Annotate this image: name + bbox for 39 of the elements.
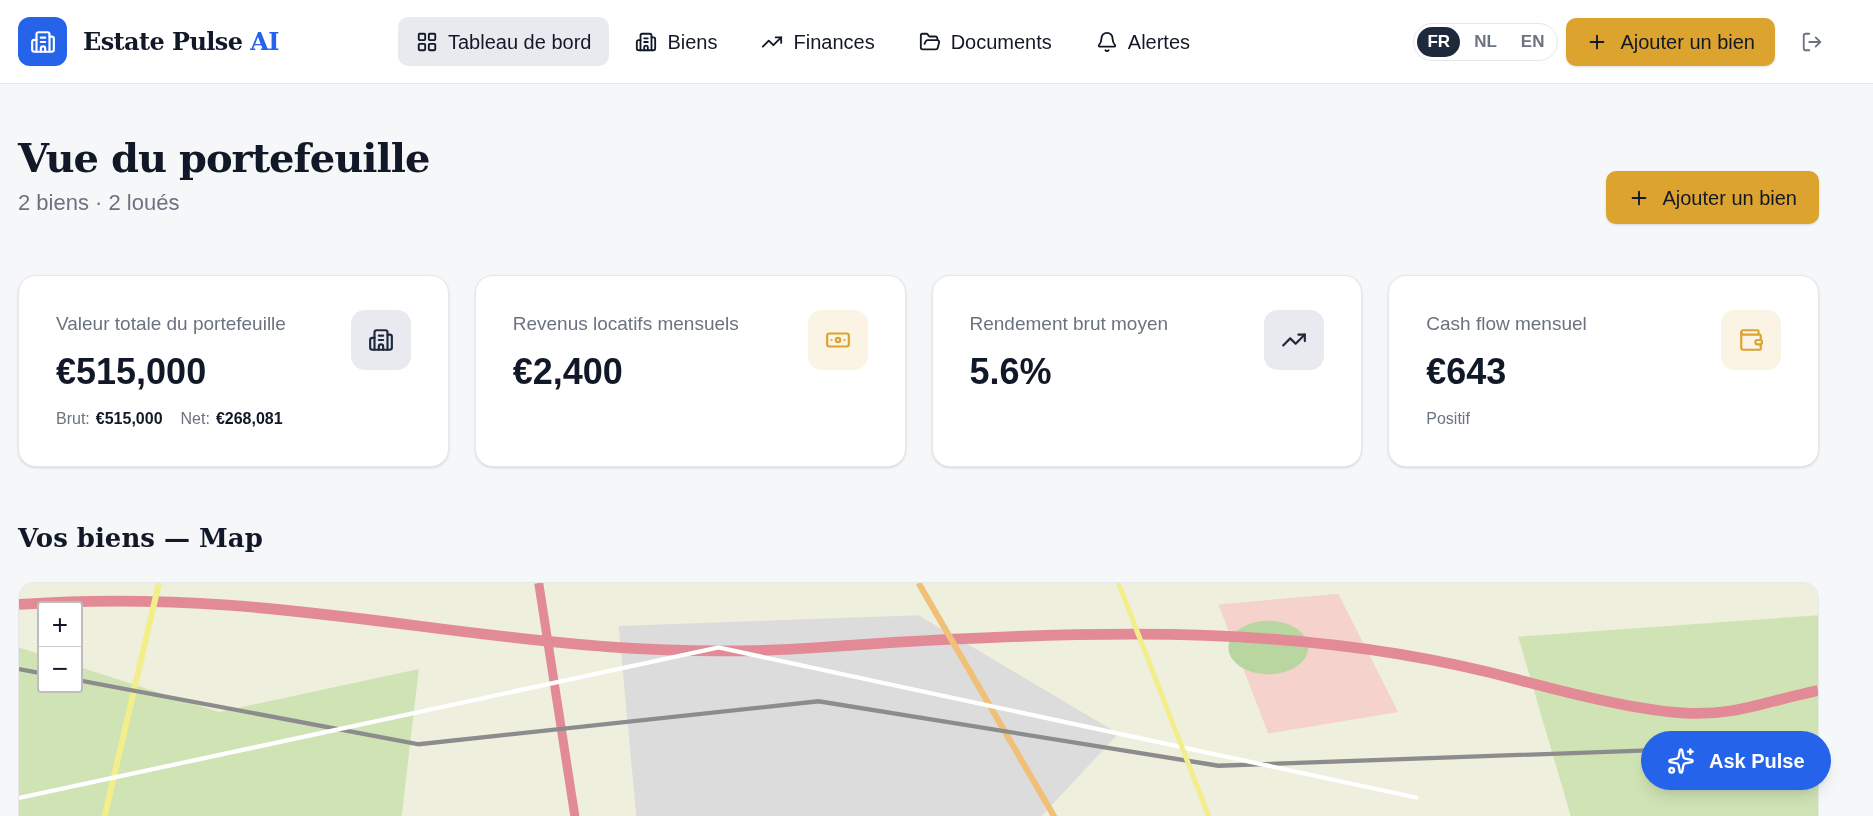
assistant-button[interactable]: Ask Pulse: [1641, 731, 1831, 790]
page-title: Vue du portefeuille: [18, 133, 430, 183]
nav-tab[interactable]: Documents: [900, 17, 1070, 66]
nav-tab[interactable]: Tableau de bord: [398, 17, 610, 66]
language-option[interactable]: NL: [1464, 26, 1507, 57]
building-icon: [29, 28, 56, 55]
brand-name: Estate Pulse AI: [83, 25, 279, 58]
stat-label: Rendement brut moyen: [969, 312, 1169, 336]
detail-value: €515,000: [95, 408, 163, 429]
stat-value: 5.6%: [969, 349, 1053, 394]
zoom-out-button[interactable]: −: [39, 647, 81, 691]
detail-label: Net:: [180, 408, 210, 429]
add-property-button[interactable]: Ajouter un bien: [1606, 171, 1819, 224]
stat-label: Valeur totale du portefeuille: [56, 312, 286, 336]
grid-icon: [416, 30, 438, 53]
folder-icon: [918, 30, 941, 53]
building-icon: [635, 30, 658, 53]
stat-note: Positif: [1426, 408, 1471, 429]
detail-label: Brut:: [56, 408, 90, 429]
stat-value: €643: [1426, 349, 1508, 394]
stat-value: €515,000: [56, 349, 208, 394]
stat-label: Cash flow mensuel: [1426, 312, 1587, 336]
sparkles-icon: [1667, 746, 1695, 775]
language-option[interactable]: FR: [1417, 26, 1461, 57]
nav-tab[interactable]: Biens: [617, 17, 736, 66]
stat-value: €2,400: [512, 349, 624, 394]
wallet-icon: [1738, 327, 1764, 353]
stat-label: Revenus locatifs mensuels: [512, 312, 739, 336]
bell-icon: [1095, 30, 1118, 53]
page-subtitle: 2 biens · 2 loués: [18, 189, 181, 217]
nav-tab[interactable]: Alertes: [1077, 17, 1209, 66]
language-option[interactable]: EN: [1510, 26, 1555, 57]
add-property-button[interactable]: Ajouter un bien: [1566, 17, 1775, 66]
nav-tab[interactable]: Finances: [743, 17, 893, 66]
section-title: Vos biens — Map: [18, 522, 264, 555]
zoom-in-button[interactable]: +: [39, 603, 81, 647]
building-icon: [367, 327, 394, 353]
detail-value: €268,081: [215, 408, 283, 429]
logout-icon: [1801, 30, 1823, 53]
